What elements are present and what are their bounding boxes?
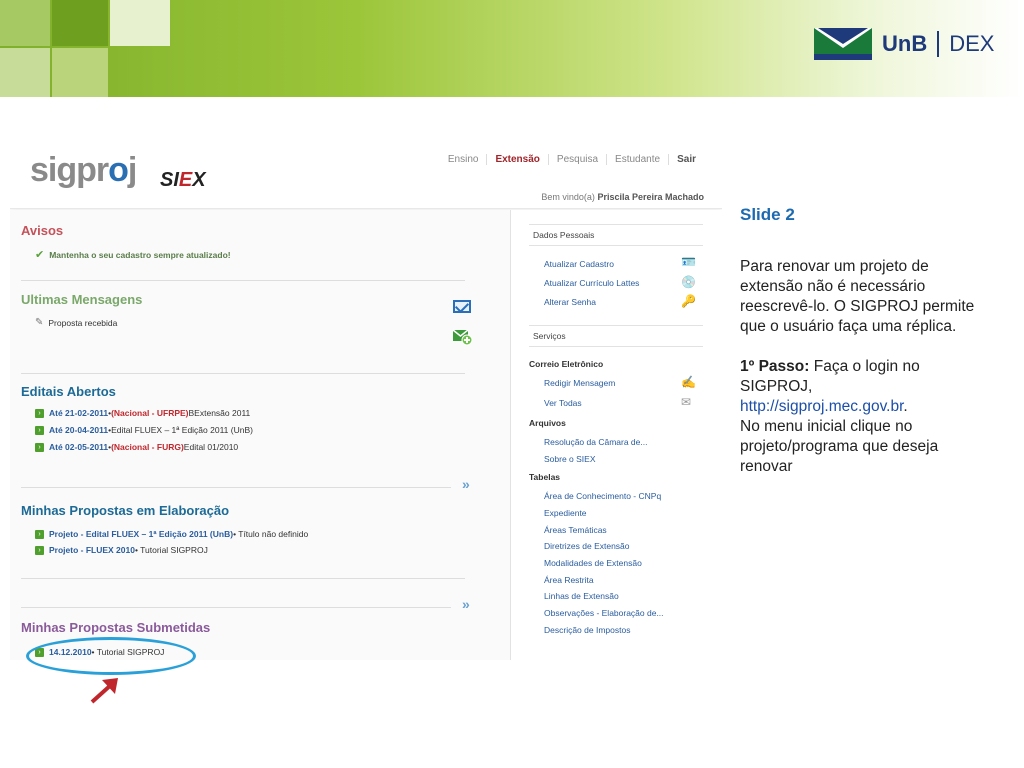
proposta-item[interactable]: › Projeto - Edital FLUEX – 1ª Edição 201…	[35, 529, 308, 539]
banner-square	[0, 48, 50, 97]
slide-title: Slide 2	[740, 205, 795, 224]
proposta-item[interactable]: › Projeto - FLUEX 2010 • Tutorial SIGPRO…	[35, 545, 208, 555]
elaboracao-title: Minhas Propostas em Elaboração	[21, 503, 230, 518]
submetidas-title: Minhas Propostas Submetidas	[21, 620, 211, 635]
intro-paragraph: Para renovar um projeto de extensão não …	[740, 258, 975, 335]
tabelas-heading: Tabelas	[529, 472, 561, 482]
edital-item[interactable]: › Até 21-02-2011 • (Nacional - UFRPE) BE…	[35, 408, 250, 418]
id-card-icon: 🪪	[681, 255, 696, 269]
siex-logo: SIEX	[160, 169, 206, 191]
sidebar-item-descricao-impostos[interactable]: Descrição de Impostos	[544, 625, 630, 635]
sidebar-item-redigir-mensagem[interactable]: Redigir Mensagem	[544, 378, 615, 388]
logo-divider	[937, 31, 940, 57]
sidebar-item-sobre-siex[interactable]: Sobre o SIEX	[544, 454, 596, 464]
inbox-mail-icon[interactable]	[453, 300, 471, 313]
edital-item[interactable]: › Até 20-04-2011 • Edital FLUEX – 1ª Edi…	[35, 425, 253, 435]
nav-pesquisa[interactable]: Pesquisa	[547, 154, 606, 165]
unb-dex-logo: UnB DEX	[814, 28, 994, 60]
step-paragraph: 1º Passo: Faça o login no SIGPROJ, http:…	[740, 358, 939, 475]
message-icon: ✎	[35, 317, 44, 328]
highlight-ellipse	[26, 637, 196, 675]
sidebar-item-curriculo-lattes[interactable]: Atualizar Currículo Lattes	[544, 278, 639, 288]
top-nav: Ensino Extensão Pesquisa Estudante Sair	[440, 154, 704, 165]
avisos-title: Avisos	[21, 223, 64, 238]
divider	[21, 373, 465, 374]
sidebar-servicos-header: Serviços	[529, 325, 703, 347]
divider	[21, 487, 451, 488]
sidebar: Dados Pessoais Atualizar Cadastro Atuali…	[510, 210, 722, 660]
content-area: Avisos ✔ Mantenha o seu cadastro sempre …	[10, 210, 722, 660]
arrow-right-icon: ›	[35, 442, 44, 452]
nav-estudante[interactable]: Estudante	[606, 154, 668, 165]
divider	[21, 280, 465, 281]
arrow-right-icon: ›	[35, 425, 44, 435]
sigproj-logo[interactable]: sigproj	[30, 151, 137, 190]
double-chevron-right-icon[interactable]: »	[462, 476, 470, 492]
keys-icon: 🔑	[681, 294, 696, 308]
disk-icon: 💿	[681, 275, 696, 289]
correio-heading: Correio Eletrônico	[529, 359, 604, 369]
app-header: sigproj SIEX Ensino Extensão Pesquisa Es…	[10, 147, 722, 209]
sigproj-screenshot: sigproj SIEX Ensino Extensão Pesquisa Es…	[10, 147, 722, 660]
checkmark-icon: ✔	[35, 249, 45, 261]
unb-logo-text: UnB	[882, 31, 928, 56]
envelope-icon: ✉	[681, 395, 692, 409]
arquivos-heading: Arquivos	[529, 418, 566, 428]
step-label: 1º Passo:	[740, 358, 810, 375]
sidebar-item-area-conhecimento[interactable]: Área de Conhecimento - CNPq	[544, 491, 661, 501]
edital-item[interactable]: › Até 02-05-2011 • (Nacional - FURG) Edi…	[35, 442, 238, 452]
banner-square	[52, 48, 108, 97]
sidebar-item-alterar-senha[interactable]: Alterar Senha	[544, 297, 596, 307]
pointer-arrow-icon	[90, 678, 118, 704]
sigproj-url-link[interactable]: http://sigproj.mec.gov.br	[740, 398, 903, 415]
step-instruction: No menu inicial clique no projeto/progra…	[740, 418, 939, 475]
arrow-right-icon: ›	[35, 529, 44, 539]
user-name: Priscila Pereira Machado	[597, 192, 704, 202]
main-column: Avisos ✔ Mantenha o seu cadastro sempre …	[10, 210, 500, 660]
sidebar-item-diretrizes[interactable]: Diretrizes de Extensão	[544, 541, 630, 551]
message-item[interactable]: ✎ Proposta recebida	[35, 317, 117, 328]
aviso-item: ✔ Mantenha o seu cadastro sempre atualiz…	[35, 249, 231, 261]
double-chevron-right-icon[interactable]: »	[462, 596, 470, 612]
dex-logo-text: DEX	[949, 31, 995, 56]
banner-square	[0, 0, 50, 46]
pen-icon: ✍	[681, 375, 696, 389]
nav-extensao[interactable]: Extensão	[486, 154, 547, 165]
sidebar-item-observacoes[interactable]: Observações - Elaboração de...	[544, 608, 664, 618]
arrow-right-icon: ›	[35, 408, 44, 418]
mensagens-title: Ultimas Mensagens	[21, 292, 143, 307]
sidebar-dados-pessoais-header: Dados Pessoais	[529, 224, 703, 246]
divider	[21, 578, 465, 579]
sidebar-item-expediente[interactable]: Expediente	[544, 508, 587, 518]
editais-title: Editais Abertos	[21, 384, 116, 399]
welcome-text: Bem vindo(a) Priscila Pereira Machado	[541, 192, 704, 202]
sidebar-item-linhas[interactable]: Linhas de Extensão	[544, 591, 619, 601]
sidebar-item-atualizar-cadastro[interactable]: Atualizar Cadastro	[544, 259, 614, 269]
sidebar-item-ver-todas[interactable]: Ver Todas	[544, 398, 582, 408]
divider	[21, 607, 451, 608]
top-banner: UnB DEX	[0, 0, 1024, 97]
sidebar-item-resolucao[interactable]: Resolução da Câmara de...	[544, 437, 647, 447]
banner-square	[52, 0, 108, 46]
unb-flag-icon	[814, 28, 872, 60]
nav-ensino[interactable]: Ensino	[440, 154, 487, 165]
slide-description: Para renovar um projeto de extensão não …	[740, 257, 990, 497]
sidebar-item-area-restrita[interactable]: Área Restrita	[544, 575, 594, 585]
new-message-icon[interactable]	[453, 328, 473, 346]
sidebar-item-areas-tematicas[interactable]: Áreas Temáticas	[544, 525, 607, 535]
nav-sair[interactable]: Sair	[668, 154, 704, 165]
arrow-right-icon: ›	[35, 545, 44, 555]
sidebar-item-modalidades[interactable]: Modalidades de Extensão	[544, 558, 642, 568]
banner-square	[110, 0, 170, 46]
